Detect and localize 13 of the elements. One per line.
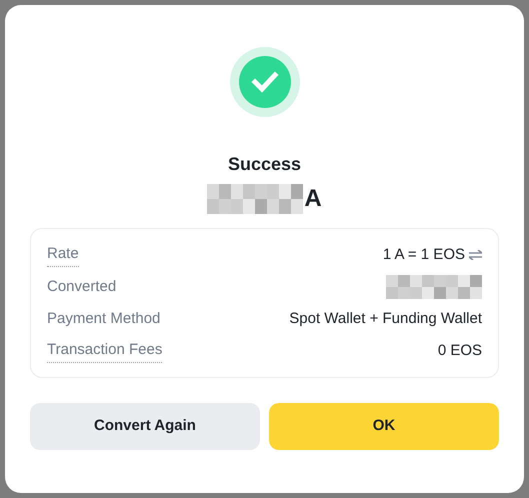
convert-again-button[interactable]: Convert Again (30, 403, 260, 450)
swap-icon[interactable] (469, 250, 482, 260)
detail-value: 0 EOS (438, 340, 482, 361)
success-check-icon (230, 47, 300, 117)
detail-value: 1 A = 1 EOS (382, 244, 465, 265)
ok-button[interactable]: OK (269, 403, 499, 450)
amount-unit: A (304, 184, 322, 214)
dialog-title: Success (228, 153, 302, 176)
detail-label: Rate (47, 243, 79, 267)
detail-label: Converted (47, 276, 116, 297)
detail-value: Spot Wallet + Funding Wallet (289, 308, 482, 329)
detail-label: Transaction Fees (47, 339, 162, 363)
detail-label: Payment Method (47, 308, 160, 329)
